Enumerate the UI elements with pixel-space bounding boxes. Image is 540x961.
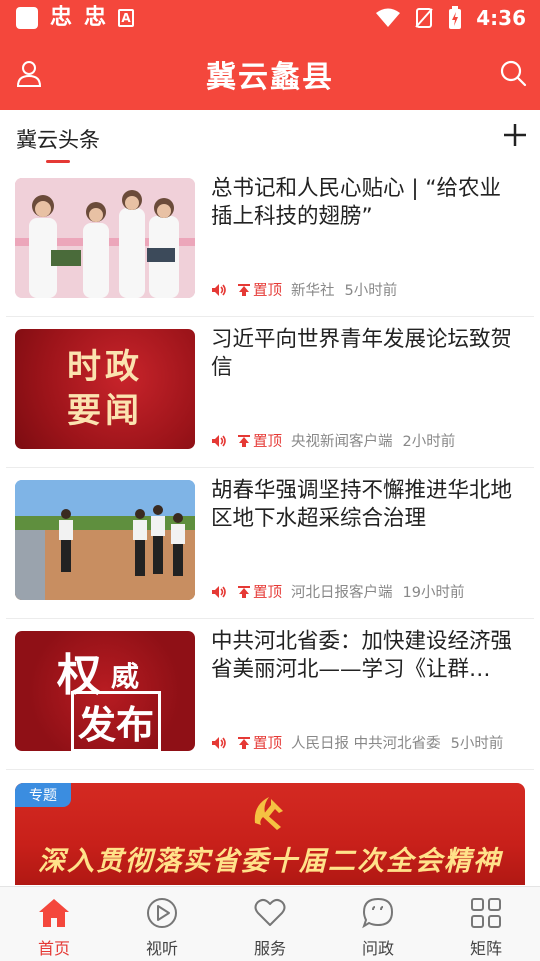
special-topic-banner[interactable]: 专题 深入贯彻落实省委十届二次全会精神: [15, 783, 525, 885]
notification-app-icon: 忠: [84, 5, 107, 30]
pinned-label: 置顶: [253, 434, 282, 450]
chat-icon: [362, 897, 394, 929]
news-meta: 置顶 人民日报 中共河北省委 5小时前: [211, 732, 503, 753]
app-header: 冀云蠡县: [0, 38, 540, 110]
add-channel-icon[interactable]: [502, 122, 528, 148]
status-bar: 忠 忠 A 4:36: [0, 0, 540, 38]
thumbnail-label: 威: [111, 660, 140, 693]
speaker-icon[interactable]: [211, 283, 228, 297]
tab-headlines[interactable]: 冀云头条: [16, 124, 100, 154]
speaker-icon[interactable]: [211, 736, 228, 750]
lab-scene-illustration: [15, 178, 195, 298]
clock: 4:36: [476, 6, 526, 30]
nav-label: 首页: [37, 939, 70, 958]
news-time: 5小时前: [450, 736, 504, 752]
news-item[interactable]: 总书记和人民心贴心 | “给农业插上科技的翅膀” 置顶 新华社 5小时前: [6, 166, 534, 317]
news-title[interactable]: 胡春华强调坚持不懈推进华北地区地下水超采综合治理: [211, 477, 514, 533]
grid-icon: [471, 898, 501, 928]
channel-tab-bar: 冀云头条: [0, 110, 540, 166]
news-item[interactable]: 时政 要闻 习近平向世界青年发展论坛致贺信 置顶 央视新闻客户端 2小时前: [6, 317, 534, 468]
notification-app-icon: 忠: [50, 5, 73, 30]
home-icon: [39, 899, 69, 927]
thumbnail-label: 发布: [71, 691, 162, 751]
news-thumbnail-authority-release: 权 威 发布: [15, 631, 195, 751]
topic-tag: 专题: [15, 783, 71, 807]
no-signal-icon: [415, 8, 433, 28]
news-meta: 置顶 新华社 5小时前: [211, 279, 397, 300]
news-title[interactable]: 总书记和人民心贴心 | “给农业插上科技的翅膀”: [211, 175, 514, 231]
pin-top-icon: [238, 736, 250, 749]
news-meta: 置顶 央视新闻客户端 2小时前: [211, 430, 455, 451]
pinned-badge: 置顶: [237, 279, 282, 300]
pinned-label: 置顶: [253, 283, 282, 299]
nav-inquiry[interactable]: 问政: [324, 887, 432, 961]
news-thumbnail-lab-researchers: [15, 178, 195, 298]
pin-top-icon: [238, 434, 250, 447]
news-item[interactable]: 胡春华强调坚持不懈推进华北地区地下水超采综合治理 置顶 河北日报客户端 19小时…: [6, 468, 534, 619]
pinned-label: 置顶: [253, 736, 282, 752]
nav-label: 视听: [145, 939, 178, 958]
news-list: 总书记和人民心贴心 | “给农业插上科技的翅膀” 置顶 新华社 5小时前 时政 …: [0, 166, 540, 770]
notification-square-icon: [16, 7, 38, 29]
pinned-label: 置顶: [253, 585, 282, 601]
news-source: 河北日报客户端: [291, 585, 393, 601]
pinned-badge: 置顶: [237, 732, 282, 753]
news-time: 2小时前: [402, 434, 456, 450]
thumbnail-label: 时政: [67, 347, 143, 387]
notification-a-icon: A: [118, 9, 135, 27]
nav-label: 服务: [253, 939, 286, 958]
thumbnail-label: 要闻: [67, 391, 143, 431]
nav-label: 问政: [361, 939, 394, 958]
play-icon: [147, 898, 177, 928]
banner-headline: 深入贯彻落实省委十届二次全会精神: [38, 846, 502, 877]
news-time: 5小时前: [344, 283, 398, 299]
news-thumbnail-outdoor-inspection: [15, 480, 195, 600]
bottom-nav: 首页 视听 服务 问政 矩阵: [0, 886, 540, 961]
wifi-icon: [376, 8, 401, 27]
news-source: 新华社: [291, 283, 335, 299]
pin-top-icon: [238, 585, 250, 598]
nav-home[interactable]: 首页: [0, 887, 108, 961]
pin-top-icon: [238, 283, 250, 296]
outdoor-scene-illustration: [15, 480, 195, 600]
news-item[interactable]: 权 威 发布 中共河北省委：加快建设经济强省美丽河北——学习《让群… 置顶 人民…: [6, 619, 534, 770]
nav-service[interactable]: 服务: [216, 887, 324, 961]
party-emblem-icon: [254, 797, 283, 830]
page-title: 冀云蠡县: [206, 60, 334, 95]
news-source: 人民日报 中共河北省委: [291, 736, 441, 752]
news-meta: 置顶 河北日报客户端 19小时前: [211, 581, 464, 602]
news-title[interactable]: 习近平向世界青年发展论坛致贺信: [211, 326, 514, 382]
news-source: 央视新闻客户端: [291, 434, 393, 450]
news-time: 19小时前: [402, 585, 465, 601]
heart-icon: [254, 898, 286, 926]
tab-active-indicator: [46, 160, 70, 163]
nav-label: 矩阵: [469, 939, 502, 958]
nav-matrix[interactable]: 矩阵: [432, 887, 540, 961]
search-icon[interactable]: [498, 58, 528, 88]
news-thumbnail-politics-news: 时政 要闻: [15, 329, 195, 449]
pinned-badge: 置顶: [237, 430, 282, 451]
speaker-icon[interactable]: [211, 585, 228, 599]
nav-video[interactable]: 视听: [108, 887, 216, 961]
speaker-icon[interactable]: [211, 434, 228, 448]
pinned-badge: 置顶: [237, 581, 282, 602]
battery-charging-icon: [449, 6, 462, 29]
news-title[interactable]: 中共河北省委：加快建设经济强省美丽河北——学习《让群…: [211, 628, 514, 684]
